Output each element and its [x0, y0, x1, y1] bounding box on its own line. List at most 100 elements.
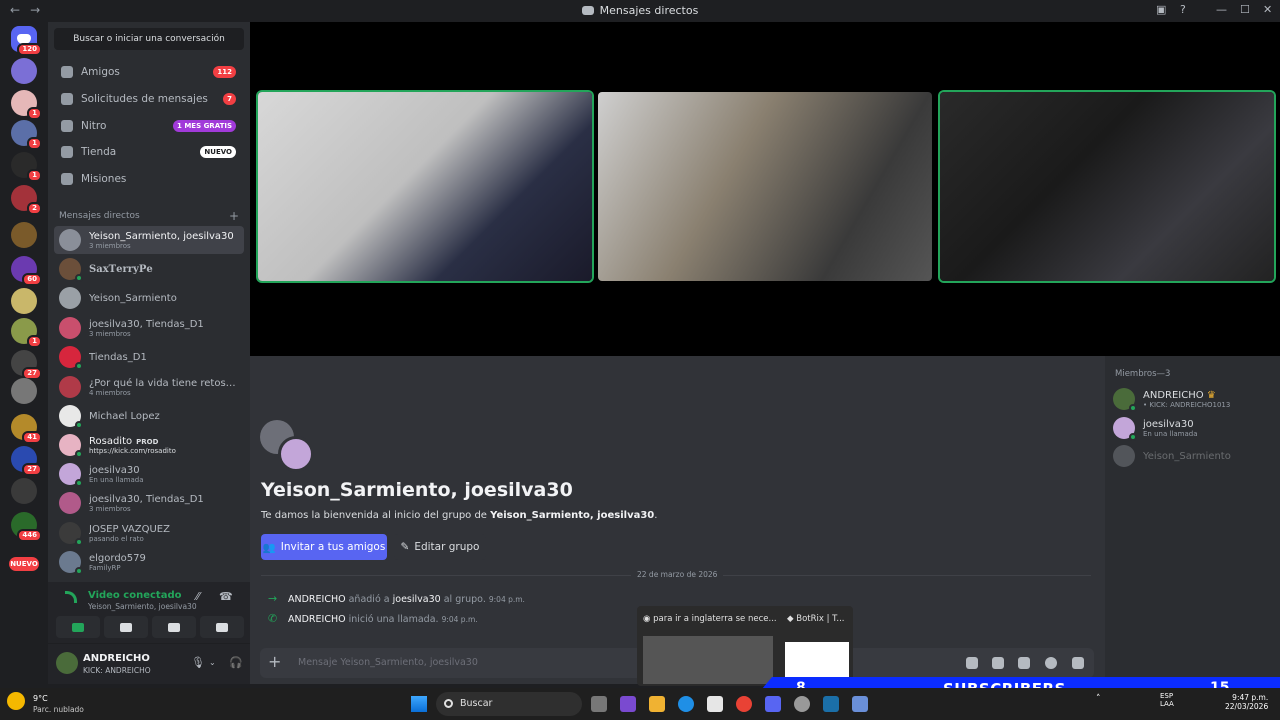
video-tile-participant[interactable] — [258, 92, 592, 281]
emoji-icon[interactable] — [1045, 657, 1057, 669]
headphones-icon[interactable]: 🎧 — [229, 656, 243, 669]
dm-section-header: Mensajes directos + — [59, 209, 239, 223]
avatar — [59, 405, 83, 429]
minimize-button[interactable]: — — [1216, 3, 1227, 16]
camera-button[interactable] — [56, 616, 100, 638]
windows-start-icon[interactable] — [411, 696, 427, 712]
invite-friends-button[interactable]: 👥 Invitar a tus amigos — [261, 534, 387, 560]
dm-item[interactable]: Rosadito PROD https://kick.com/rosadito — [54, 431, 244, 459]
avatar — [59, 346, 83, 370]
nav-message-requests[interactable]: Solicitudes de mensajes 7 — [54, 87, 244, 111]
maximize-button[interactable]: ☐ — [1240, 3, 1250, 16]
server-icon[interactable]: 27 — [11, 350, 42, 380]
member-item[interactable]: Yeison_Sarmiento — [1113, 442, 1275, 470]
server-icon[interactable] — [11, 58, 37, 84]
browser-tab-preview[interactable]: ◆ BotRix | T... — [787, 614, 844, 624]
system-clock[interactable]: 9:47 p.m. 22/03/2026 — [1225, 693, 1268, 711]
sticker-icon[interactable] — [1018, 657, 1030, 669]
message-input[interactable]: Mensaje Yeison_Sarmiento, joesilva30 — [298, 657, 478, 668]
dm-item[interactable]: JOSEP VAZQUEZ pasando el rato — [54, 519, 244, 547]
task-view-icon[interactable] — [591, 696, 607, 712]
search-conversation-button[interactable]: Buscar o iniciar una conversación — [54, 28, 244, 50]
avatar — [59, 434, 83, 458]
inbox-icon[interactable]: ▣ — [1156, 3, 1166, 16]
nav-friends[interactable]: Amigos 112 — [54, 60, 244, 84]
server-icon[interactable]: 60 — [11, 256, 42, 286]
chrome-icon[interactable] — [736, 696, 752, 712]
member-item[interactable]: ANDREICHO ♛ • KICK: ANDREICHO1013 — [1113, 385, 1275, 413]
server-icon[interactable]: 27 — [11, 446, 42, 476]
window-title: Mensajes directos — [0, 4, 1280, 17]
welcome-text: Te damos la bienvenida al inicio del gru… — [261, 510, 658, 521]
dm-item[interactable]: ¿Por qué la vida tiene retos?, Ti... 4 mi… — [54, 373, 244, 401]
camera-icon — [72, 622, 84, 632]
gift-icon[interactable] — [966, 657, 978, 669]
dm-item[interactable]: joesilva30, Tiendas_D1 3 miembros — [54, 314, 244, 342]
discord-icon[interactable] — [765, 696, 781, 712]
user-avatar[interactable] — [56, 652, 78, 674]
taskbar-search[interactable]: Buscar — [436, 692, 582, 716]
apps-icon[interactable] — [1072, 657, 1084, 669]
server-icon[interactable]: 41 — [11, 414, 42, 444]
store-icon[interactable] — [707, 696, 723, 712]
user-name: ANDREICHO — [83, 653, 150, 664]
soundboard-button[interactable] — [200, 616, 244, 638]
unread-badge: 120 — [17, 43, 42, 56]
dm-item[interactable]: elgordo579 FamilyRP — [54, 548, 244, 576]
dm-item[interactable]: 𝐒𝐚𝐱𝐓𝐞𝐫𝐫𝐲𝐏𝐞 — [54, 255, 244, 283]
file-explorer-icon[interactable] — [649, 696, 665, 712]
chevron-down-icon[interactable]: ⌄ — [209, 658, 216, 667]
activities-icon — [168, 622, 180, 632]
screen-share-button[interactable] — [104, 616, 148, 638]
video-tile-participant[interactable] — [940, 92, 1274, 281]
server-icon[interactable] — [11, 478, 37, 504]
server-icon[interactable] — [11, 222, 37, 248]
app-icon[interactable] — [794, 696, 810, 712]
server-icon[interactable]: 1 — [11, 120, 42, 150]
disconnect-call-icon[interactable]: ☎ — [219, 590, 233, 603]
nav-shop[interactable]: Tienda NUEVO — [54, 140, 244, 164]
nav-nitro[interactable]: Nitro 1 MES GRATIS — [54, 114, 244, 138]
member-item[interactable]: joesilva30 En una llamada — [1113, 414, 1275, 442]
attach-plus-icon[interactable]: + — [268, 652, 281, 671]
dm-item[interactable]: Michael Lopez — [54, 402, 244, 430]
nav-quests[interactable]: Misiones — [54, 167, 244, 191]
direct-messages-home-button[interactable]: 120 — [11, 26, 42, 56]
browser-tab-preview[interactable]: ◉ para ir a inglaterra se nece... — [643, 614, 777, 624]
dm-item[interactable]: joesilva30 En una llamada — [54, 460, 244, 488]
dm-item[interactable]: Yeison_Sarmiento, joesilva30 3 miembros — [54, 226, 244, 254]
server-icon[interactable]: 446 — [11, 512, 42, 542]
avatar — [59, 551, 83, 575]
window-thumbnail[interactable] — [643, 636, 773, 684]
calculator-icon[interactable] — [852, 696, 868, 712]
server-icon[interactable] — [11, 288, 37, 314]
edge-icon[interactable] — [678, 696, 694, 712]
voice-connection-panel: Video conectado Yeison_Sarmiento, joesil… — [48, 582, 250, 644]
edit-group-button[interactable]: ✎ Editar grupo — [394, 534, 486, 560]
prod-tag: PROD — [136, 437, 159, 446]
gif-icon[interactable] — [992, 657, 1004, 669]
dm-item[interactable]: Tiendas_D1 — [54, 343, 244, 371]
search-icon — [444, 699, 453, 708]
voice-channel[interactable]: Yeison_Sarmiento, joesilva30 — [88, 602, 197, 611]
dm-item[interactable]: Yeison_Sarmiento — [54, 284, 244, 312]
steam-icon[interactable] — [823, 696, 839, 712]
weather-icon[interactable] — [7, 692, 25, 710]
office-icon[interactable] — [620, 696, 636, 712]
tray-chevron-up-icon[interactable]: ˄ — [1096, 694, 1101, 704]
help-icon[interactable]: ? — [1180, 3, 1186, 16]
server-icon[interactable]: 1 — [11, 90, 42, 120]
server-icon[interactable]: 2 — [11, 185, 42, 215]
video-tile-participant[interactable] — [598, 92, 932, 281]
server-icon[interactable]: 1 — [11, 318, 42, 348]
server-icon[interactable]: 1 — [11, 152, 42, 182]
activities-button[interactable] — [152, 616, 196, 638]
create-dm-plus-icon[interactable]: + — [229, 209, 239, 223]
dm-item[interactable]: joesilva30, Tiendas_D1 3 miembros — [54, 489, 244, 517]
server-icon[interactable] — [11, 378, 37, 404]
noise-suppression-icon[interactable]: ⁄⁄ — [196, 590, 200, 603]
input-language[interactable]: ESP LAA — [1160, 692, 1174, 708]
weather-temp: 9°C — [33, 694, 48, 703]
microphone-icon[interactable]: 🎙 — [191, 656, 205, 669]
close-button[interactable]: ✕ — [1263, 3, 1272, 16]
